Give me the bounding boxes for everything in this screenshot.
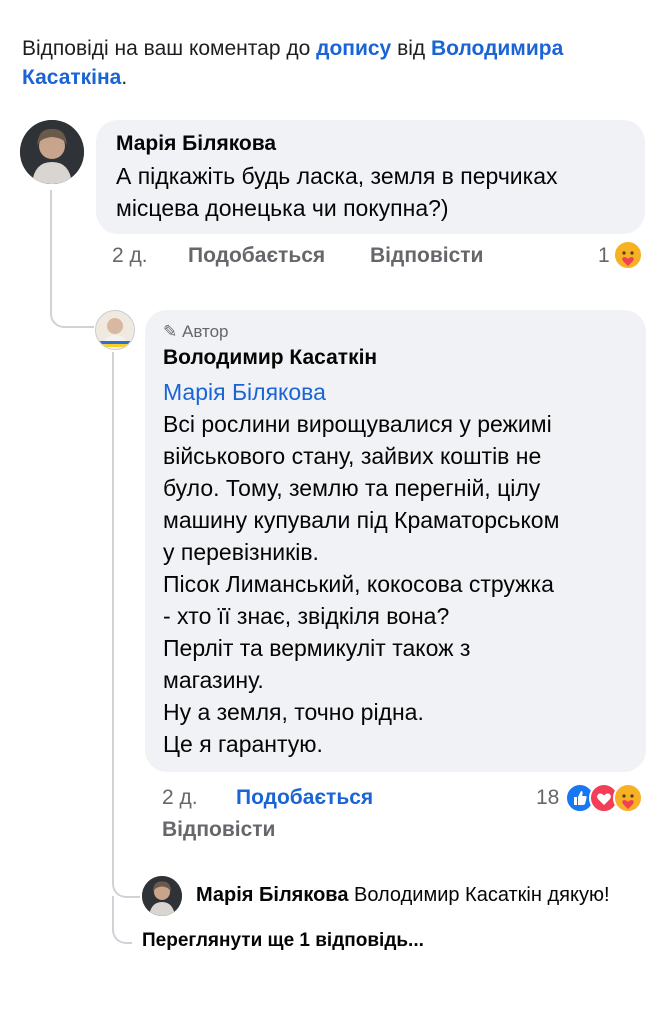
reply-mention[interactable]: Марія Білякова [163, 376, 326, 408]
avatar[interactable] [20, 120, 84, 184]
reply-text-line: - хто її знає, звідкіля вона? [163, 603, 450, 629]
reply-text: Всі рослини вирощувалися у режимі військ… [163, 408, 559, 760]
reply-text-line: військового стану, зайвих коштів не [163, 443, 542, 469]
reply-text-line: Пісок Лиманський, кокосова стружка [163, 571, 554, 597]
like-button[interactable]: Подобається [188, 244, 325, 268]
reply-text-line: Ну а земля, точно рідна. [163, 699, 424, 725]
comment-author[interactable]: Марія Білякова [116, 130, 276, 158]
notification-header: Відповіді на ваш коментар до допису від … [22, 34, 642, 92]
thread-line-more [112, 896, 132, 944]
thread-line-main [50, 190, 94, 328]
reply-text-line: Це я гарантую. [163, 731, 323, 757]
reaction-count[interactable]: 18 [536, 786, 559, 810]
care-reaction-icon [613, 783, 643, 813]
comment-time[interactable]: 2 д. [112, 244, 148, 268]
thread-line-sub [112, 842, 140, 898]
reply-button[interactable]: Відповісти [370, 244, 483, 268]
view-more-replies[interactable]: Переглянути ще 1 відповідь... [142, 930, 424, 952]
reply-text-line: у перевізників. [163, 539, 319, 565]
reply-bubble: ✎ Автор Володимир Касаткін Марія Біляков… [145, 310, 646, 772]
reply-text-line: Перліт та вермикуліт також з [163, 635, 471, 661]
author-badge: ✎ Автор [163, 322, 229, 341]
reply-preview-text: Володимир Касаткін дякую! [354, 884, 610, 906]
comment-bubble: Марія Білякова А підкажіть будь ласка, з… [96, 120, 645, 234]
reply-preview[interactable]: Марія Білякова Володимир Касаткін дякую! [196, 884, 610, 907]
reply-time[interactable]: 2 д. [162, 786, 198, 810]
comment-text: А підкажіть будь ласка, земля в перчиках… [116, 163, 558, 221]
reply-button[interactable]: Відповісти [162, 818, 275, 842]
reaction-count[interactable]: 1 [598, 244, 610, 268]
pencil-icon: ✎ [163, 322, 178, 341]
care-reaction-icon [613, 240, 643, 270]
reply-preview-author[interactable]: Марія Білякова [196, 884, 348, 906]
header-prefix: Відповіді на ваш коментар до [22, 37, 317, 60]
reply-text-line: магазину. [163, 667, 264, 693]
like-button[interactable]: Подобається [236, 786, 373, 810]
reply-text-line: Всі рослини вирощувалися у режимі [163, 411, 552, 437]
reply-text-line: машину купували під Краматорськом [163, 507, 560, 533]
header-middle: від [391, 37, 431, 60]
reply-text-line: було. Тому, землю та перегній, цілу [163, 475, 541, 501]
header-suffix: . [121, 66, 128, 89]
thread-line-reply [112, 352, 114, 842]
avatar[interactable] [142, 876, 182, 916]
post-link[interactable]: допису [316, 37, 391, 60]
avatar[interactable] [95, 310, 135, 350]
reply-author[interactable]: Володимир Касаткін [163, 344, 377, 372]
